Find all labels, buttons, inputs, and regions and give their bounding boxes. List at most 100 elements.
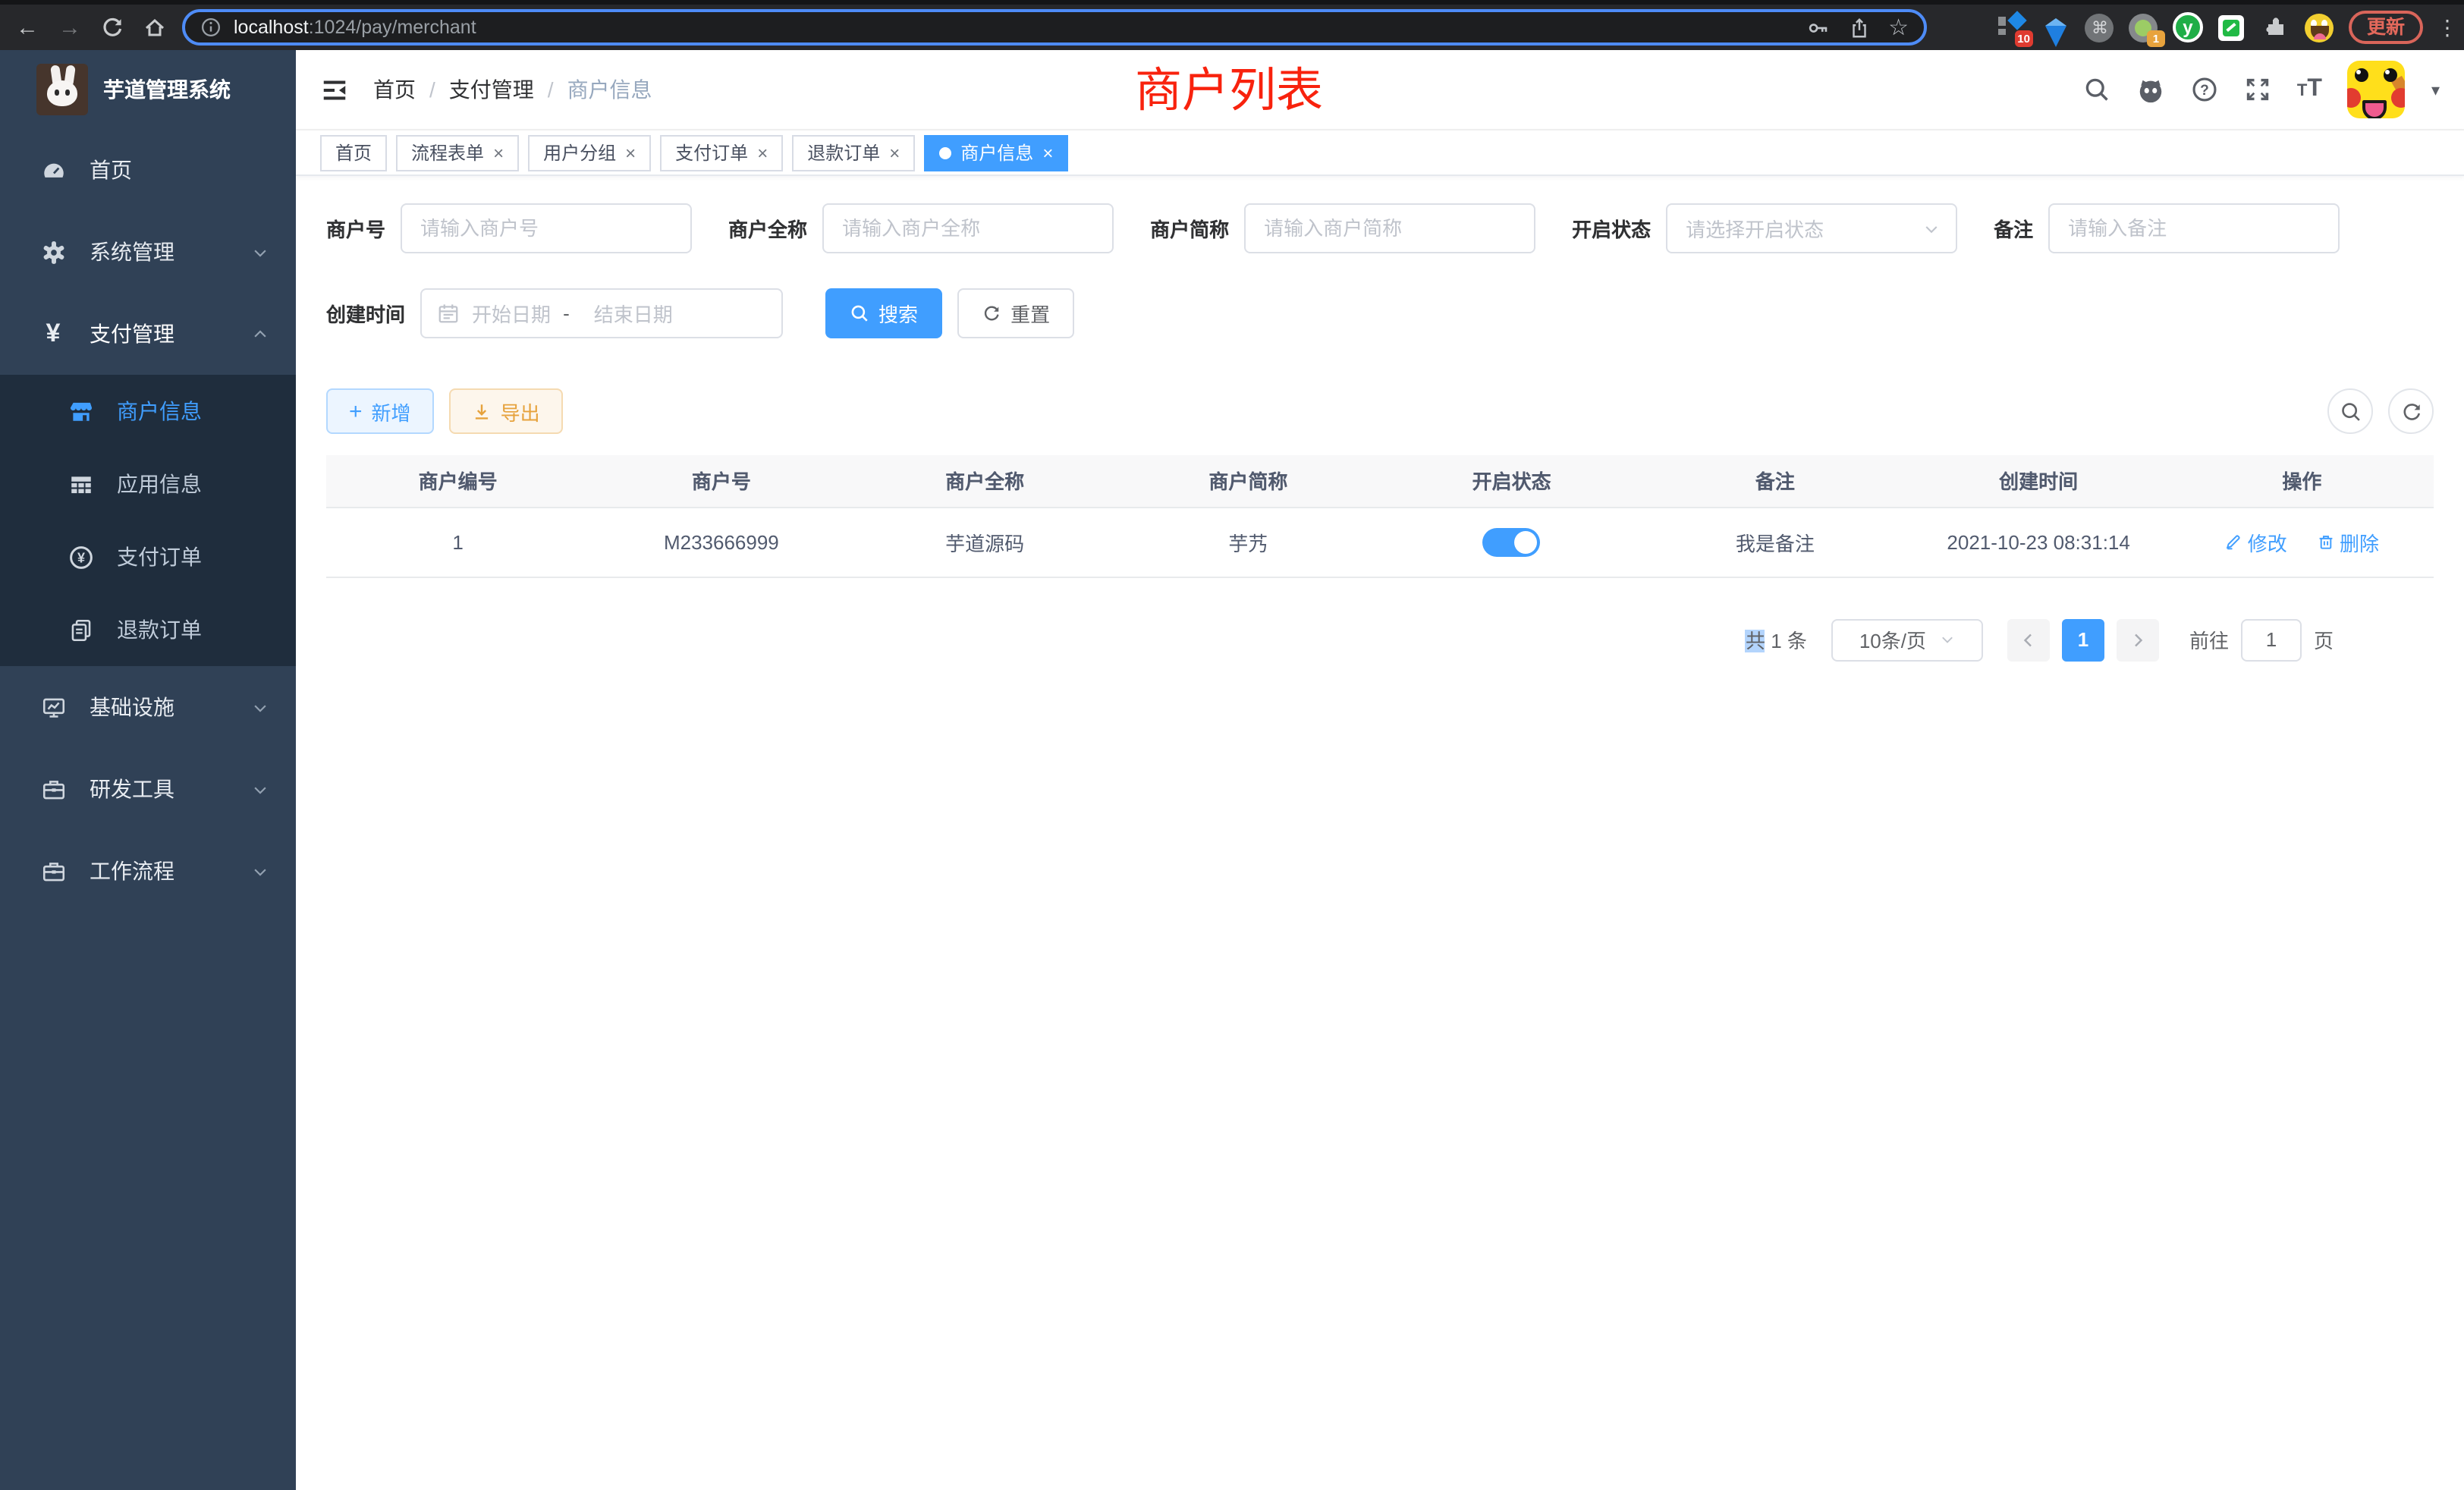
sidebar-item-pay-order[interactable]: ¥ 支付订单 bbox=[0, 520, 296, 593]
close-icon[interactable]: × bbox=[493, 143, 504, 162]
extension-notes-icon[interactable] bbox=[2217, 12, 2247, 42]
password-key-icon[interactable] bbox=[1806, 16, 1829, 39]
help-icon[interactable]: ? bbox=[2191, 76, 2218, 103]
close-icon[interactable]: × bbox=[757, 143, 768, 162]
top-navbar: 首页 / 支付管理 / 商户信息 ? bbox=[296, 50, 2464, 130]
reset-button[interactable]: 重置 bbox=[957, 288, 1074, 338]
sidebar-item-label: 工作流程 bbox=[90, 856, 174, 886]
search-form-row-1: 商户号 商户全称 商户简称 开启状态 请选择开启状态 bbox=[326, 203, 2434, 253]
sidebar-item-pay[interactable]: ¥ 支付管理 bbox=[0, 293, 296, 375]
extension-badge: 10 bbox=[2014, 30, 2033, 47]
page-content: 商户号 商户全称 商户简称 开启状态 请选择开启状态 bbox=[296, 176, 2464, 1490]
extension-tabs-icon[interactable]: 10 bbox=[1997, 12, 2027, 42]
plus-icon: + bbox=[349, 400, 363, 423]
tab-pay-order[interactable]: 支付订单× bbox=[660, 134, 783, 171]
sidebar-logo[interactable]: 芋道管理系统 bbox=[0, 50, 296, 129]
edit-link[interactable]: 修改 bbox=[2225, 527, 2287, 556]
delete-link[interactable]: 删除 bbox=[2317, 527, 2379, 556]
close-icon[interactable]: × bbox=[1042, 143, 1053, 162]
toolbox-icon bbox=[39, 858, 67, 884]
github-icon[interactable] bbox=[2136, 75, 2165, 104]
sidebar-item-app-info[interactable]: 应用信息 bbox=[0, 448, 296, 520]
tags-view-bar: 首页 流程表单× 用户分组× 支付订单× 退款订单× 商户信息× bbox=[296, 130, 2464, 176]
browser-back-icon[interactable]: ← bbox=[12, 12, 42, 42]
sidebar-item-infra[interactable]: 基础设施 bbox=[0, 666, 296, 748]
show-search-toggle-button[interactable] bbox=[2327, 388, 2373, 434]
breadcrumb-home[interactable]: 首页 bbox=[373, 74, 416, 105]
status-toggle[interactable] bbox=[1483, 527, 1541, 556]
create-time-range-picker[interactable]: 开始日期 - 结束日期 bbox=[420, 288, 783, 338]
merchant-no-input[interactable] bbox=[401, 203, 692, 253]
user-menu-caret-icon[interactable]: ▾ bbox=[2431, 80, 2440, 99]
tab-refund-order[interactable]: 退款订单× bbox=[792, 134, 915, 171]
status-select[interactable]: 请选择开启状态 bbox=[1666, 203, 1957, 253]
sidebar-item-merchant-info[interactable]: 商户信息 bbox=[0, 375, 296, 448]
breadcrumb-current: 商户信息 bbox=[567, 74, 652, 105]
date-separator: - bbox=[563, 302, 570, 325]
search-icon bbox=[850, 303, 869, 323]
refresh-icon bbox=[982, 303, 1001, 323]
search-button[interactable]: 搜索 bbox=[825, 288, 942, 338]
fullscreen-icon[interactable] bbox=[2244, 76, 2271, 103]
extension-gem-icon[interactable] bbox=[2041, 12, 2071, 42]
tab-user-group[interactable]: 用户分组× bbox=[528, 134, 651, 171]
browser-forward-icon[interactable]: → bbox=[55, 12, 85, 42]
export-button[interactable]: 导出 bbox=[449, 388, 563, 434]
sidebar: 芋道管理系统 首页 系统管理 ¥ 支付管理 bbox=[0, 50, 296, 1490]
sidebar-item-dev-tools[interactable]: 研发工具 bbox=[0, 748, 296, 830]
logo-rabbit-image bbox=[36, 64, 88, 115]
share-icon[interactable] bbox=[1847, 16, 1870, 39]
breadcrumb-pay[interactable]: 支付管理 bbox=[449, 74, 534, 105]
sidebar-fold-icon[interactable] bbox=[320, 75, 349, 104]
field-label: 商户简称 bbox=[1150, 214, 1229, 243]
goto-suffix: 页 bbox=[2314, 625, 2334, 654]
extension-recorder-icon[interactable]: 1 bbox=[2129, 12, 2159, 42]
url-bar[interactable]: localhost:1024/pay/merchant ☆ bbox=[182, 9, 1927, 46]
extension-y-icon[interactable]: y bbox=[2173, 12, 2203, 42]
sidebar-item-home[interactable]: 首页 bbox=[0, 129, 296, 211]
add-button[interactable]: + 新增 bbox=[326, 388, 434, 434]
tab-home[interactable]: 首页 bbox=[320, 134, 387, 171]
page-number-1[interactable]: 1 bbox=[2062, 618, 2104, 661]
search-form-row-2: 创建时间 开始日期 - 结束日期 bbox=[326, 288, 2434, 338]
profile-avatar-icon[interactable] bbox=[2305, 12, 2335, 42]
sidebar-item-system[interactable]: 系统管理 bbox=[0, 211, 296, 293]
column-header: 操作 bbox=[2170, 455, 2434, 507]
extension-badge: 1 bbox=[2147, 30, 2165, 47]
refresh-table-button[interactable] bbox=[2388, 388, 2434, 434]
sidebar-item-refund-order[interactable]: 退款订单 bbox=[0, 593, 296, 666]
browser-menu-icon[interactable]: ⋮ bbox=[2437, 14, 2452, 40]
chevron-up-icon bbox=[252, 325, 269, 342]
next-page-button[interactable] bbox=[2117, 618, 2159, 661]
page-size-select[interactable]: 10条/页 bbox=[1831, 618, 1983, 661]
extension-command-icon[interactable]: ⌘ bbox=[2085, 12, 2115, 42]
tab-merchant-info[interactable]: 商户信息× bbox=[924, 134, 1068, 171]
merchant-shortname-input[interactable] bbox=[1244, 203, 1535, 253]
extensions-puzzle-icon[interactable] bbox=[2261, 12, 2291, 42]
cell-remark: 我是备注 bbox=[1643, 507, 1906, 577]
browser-update-button[interactable]: 更新 bbox=[2349, 11, 2423, 44]
browser-reload-icon[interactable] bbox=[97, 12, 127, 42]
tab-flow-form[interactable]: 流程表单× bbox=[396, 134, 519, 171]
user-avatar[interactable] bbox=[2348, 61, 2406, 118]
bookmark-star-icon[interactable]: ☆ bbox=[1888, 14, 1909, 41]
close-icon[interactable]: × bbox=[625, 143, 636, 162]
merchant-table: 商户编号 商户号 商户全称 商户简称 开启状态 备注 创建时间 操作 1 bbox=[326, 455, 2434, 577]
sidebar-item-label: 首页 bbox=[90, 155, 132, 185]
column-header: 创建时间 bbox=[1907, 455, 2170, 507]
prev-page-button[interactable] bbox=[2007, 618, 2050, 661]
search-icon[interactable] bbox=[2083, 76, 2110, 103]
goto-page-input[interactable] bbox=[2241, 618, 2302, 661]
merchant-fullname-input[interactable] bbox=[822, 203, 1114, 253]
column-header: 商户编号 bbox=[326, 455, 589, 507]
remark-input[interactable] bbox=[2048, 203, 2340, 253]
extensions-area: 10 ⌘ 1 y 更新 ⋮ bbox=[1997, 11, 2452, 44]
sidebar-item-workflow[interactable]: 工作流程 bbox=[0, 830, 296, 912]
svg-text:¥: ¥ bbox=[77, 549, 84, 564]
close-icon[interactable]: × bbox=[889, 143, 900, 162]
browser-home-icon[interactable] bbox=[140, 12, 170, 42]
table-toolbar: + 新增 导出 bbox=[326, 388, 2434, 434]
font-size-icon[interactable]: TT bbox=[2297, 77, 2322, 102]
site-info-icon[interactable] bbox=[200, 17, 222, 38]
sidebar-item-label: 系统管理 bbox=[90, 237, 174, 267]
